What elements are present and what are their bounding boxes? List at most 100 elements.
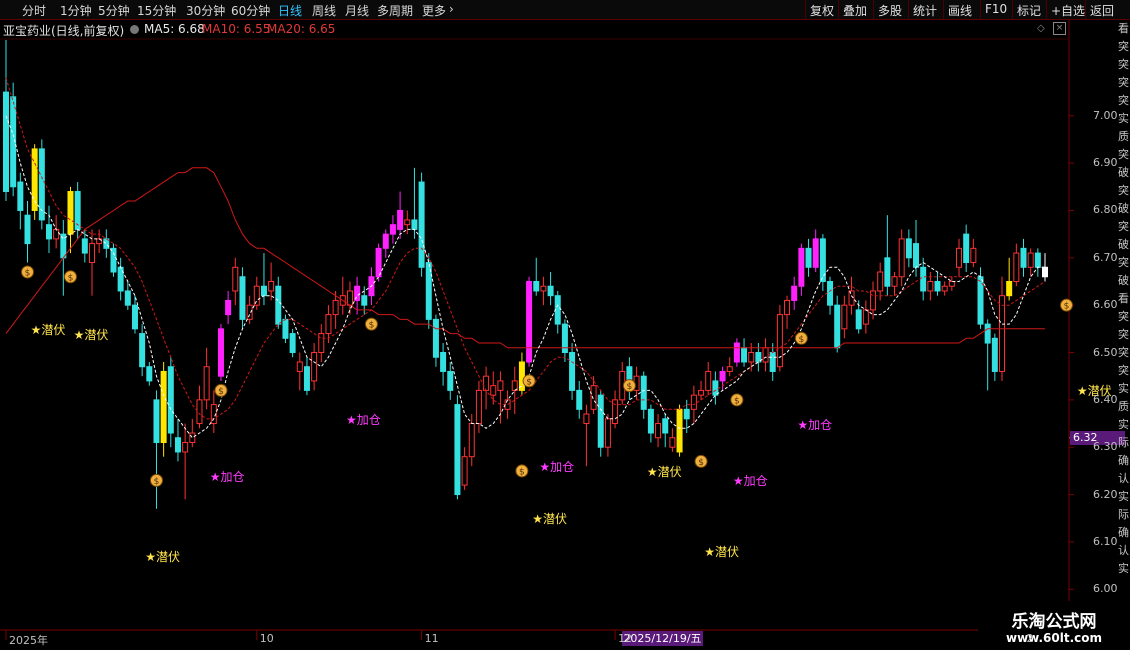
candle-body	[640, 375, 647, 410]
money-bag-glyph: $	[627, 382, 633, 392]
candle-body	[991, 337, 998, 372]
candle-body	[253, 285, 260, 306]
candle-body	[1020, 247, 1027, 268]
money-bag-glyph: $	[218, 387, 224, 397]
candle-body	[332, 299, 339, 316]
side-info-panel: 看突突突突实质突破突破突破突破看突突突突实质实际确认实际确认实际确认卖看计看确认…	[1118, 22, 1129, 575]
candle-body	[554, 295, 561, 325]
candle-body	[289, 333, 296, 354]
candle-body	[769, 352, 776, 372]
candle-body	[303, 366, 310, 391]
candle-body	[526, 280, 533, 363]
candle-body	[268, 280, 275, 292]
candle-body	[576, 389, 583, 410]
y-tick-label: 6.40	[1093, 392, 1118, 406]
y-tick-label: 6.00	[1093, 582, 1118, 596]
candle-body	[1027, 252, 1034, 268]
candle-body	[905, 238, 912, 259]
x-tick-label: 10	[259, 632, 274, 645]
candle-body	[604, 418, 611, 448]
candle-body	[862, 309, 869, 325]
candle-body	[798, 247, 805, 287]
money-bag-glyph: $	[68, 273, 74, 283]
signal-jiacang-label: ★加仓	[209, 469, 245, 484]
candle-body	[81, 238, 88, 254]
candle-body	[547, 285, 554, 297]
candle-body	[805, 247, 812, 268]
candle-body	[963, 233, 970, 264]
candle-body	[468, 423, 475, 458]
candle-body	[45, 224, 52, 240]
y-tick-label: 6.20	[1093, 487, 1118, 501]
x-tick-label: 11	[424, 632, 439, 645]
candle-body	[146, 366, 153, 382]
watermark-url: www.60lt.com	[1005, 631, 1103, 645]
candle-body	[834, 304, 841, 349]
signal-qianfu-label: ★潜伏	[30, 322, 66, 337]
x-tick-label: 12	[618, 632, 633, 645]
candle-body	[970, 247, 977, 264]
candle-body	[762, 347, 769, 363]
y-tick-label: 6.30	[1093, 440, 1118, 454]
candle-body	[733, 342, 740, 363]
candle-body	[110, 247, 117, 273]
crosshair-date-label: 2025/12/19/五	[622, 631, 703, 646]
candle-body	[504, 399, 511, 410]
candle-body	[311, 352, 318, 382]
candle-body	[891, 276, 898, 287]
candle-body	[346, 290, 353, 306]
candle-body	[454, 404, 461, 496]
candle-body	[1013, 252, 1020, 282]
candle-body	[712, 380, 719, 396]
candle-body	[655, 423, 662, 439]
candle-body	[698, 389, 705, 396]
candle-body	[239, 276, 246, 320]
candle-body	[741, 347, 748, 363]
candle-body	[941, 285, 948, 292]
candle-body	[447, 370, 454, 391]
candle-body	[812, 238, 819, 268]
candle-body	[260, 285, 267, 297]
candle-body	[124, 290, 131, 306]
candle-body	[490, 385, 497, 396]
candle-body	[662, 418, 669, 434]
candle-body	[999, 295, 1006, 372]
money-bag-glyph: $	[698, 458, 704, 468]
y-tick-label: 6.70	[1093, 250, 1118, 264]
candle-body	[791, 285, 798, 301]
candle-body	[418, 181, 425, 268]
candle-body	[131, 304, 138, 330]
candle-body	[934, 280, 941, 292]
candle-body	[719, 370, 726, 382]
candle-body	[590, 385, 597, 410]
candle-body	[726, 366, 733, 372]
candle-body	[160, 370, 167, 443]
y-tick-label: 6.80	[1093, 203, 1118, 217]
candle-body	[647, 408, 654, 434]
candle-body	[690, 394, 697, 410]
candle-body	[296, 361, 303, 372]
candle-body	[669, 437, 676, 448]
y-tick-label: 7.00	[1093, 108, 1118, 122]
signal-qianfu-label: ★潜伏	[73, 327, 109, 342]
candle-body	[167, 366, 174, 434]
signal-qianfu-label: ★潜伏	[704, 545, 739, 560]
money-bag-glyph: $	[519, 467, 525, 477]
money-bag-glyph: $	[526, 377, 532, 387]
candle-body	[683, 408, 690, 420]
candle-body	[1042, 266, 1048, 278]
candle-body	[533, 280, 540, 292]
candle-body	[88, 243, 95, 264]
candle-body	[884, 257, 891, 287]
candle-body	[282, 318, 289, 339]
candle-body	[776, 314, 783, 368]
candle-body	[1006, 280, 1013, 297]
candle-body	[382, 233, 389, 249]
candle-body	[497, 380, 504, 391]
candle-body	[920, 266, 927, 292]
candle-body	[583, 413, 590, 425]
candle-body	[397, 209, 404, 230]
money-bag-glyph: $	[154, 477, 160, 487]
candle-body	[3, 91, 9, 193]
y-tick-label: 6.50	[1093, 345, 1118, 359]
